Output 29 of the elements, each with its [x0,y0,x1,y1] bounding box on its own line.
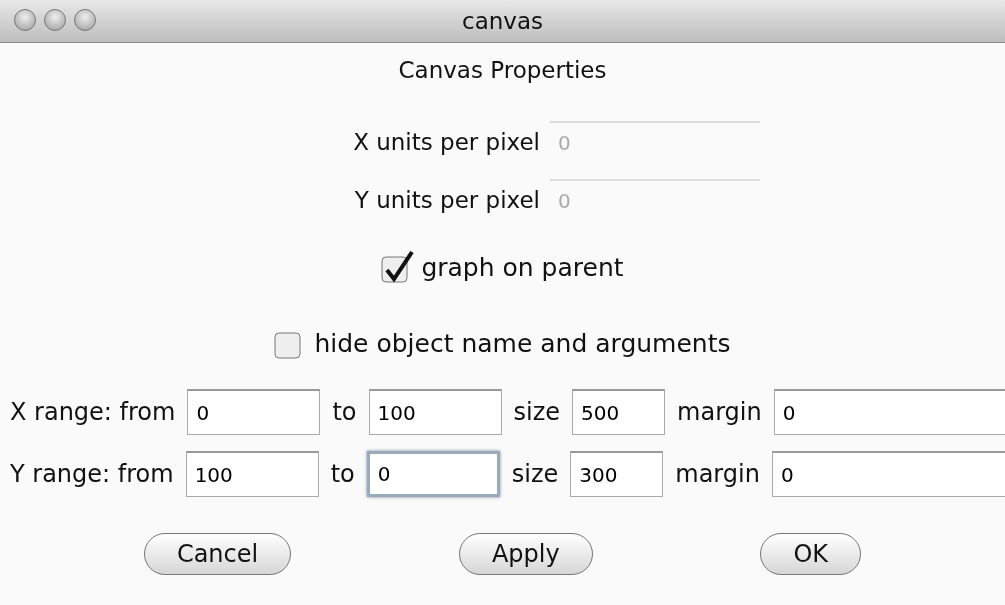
field-label: margin [677,398,762,426]
checkbox-label: graph on parent [421,252,624,282]
window-button-icon[interactable] [74,9,96,31]
input-field[interactable]: 100 [368,389,502,435]
field-label: size [511,460,559,488]
input-field[interactable]: 0 [187,389,321,435]
field-label: size [513,398,561,426]
window-button-icon[interactable] [44,9,66,31]
window-title: canvas [462,8,543,34]
field-label: to [330,460,355,488]
dialog-button[interactable]: Apply [458,533,593,575]
field-label: margin [675,460,760,488]
input-field[interactable]: 100 [185,451,319,497]
dialog-button[interactable]: Cancel [143,533,292,575]
input-field[interactable]: 0 [773,389,1005,435]
checkbox[interactable] [381,250,416,284]
field-label: X range: from [10,398,176,426]
dialog-button[interactable]: OK [760,533,862,575]
dialog-heading: Canvas Properties [398,57,607,83]
field-label: Y units per pixel [353,187,540,213]
input-field[interactable]: 500 [572,389,666,435]
input-field[interactable]: 0 [771,451,1005,497]
input-field[interactable]: 300 [570,451,664,497]
field-label: Y range: from [10,460,174,488]
window-button-icon[interactable] [14,9,36,31]
input-field[interactable]: 0 [366,451,500,497]
field-label: X units per pixel [352,129,540,155]
field-label: to [332,398,357,426]
checkbox-label: hide object name and arguments [314,328,731,358]
